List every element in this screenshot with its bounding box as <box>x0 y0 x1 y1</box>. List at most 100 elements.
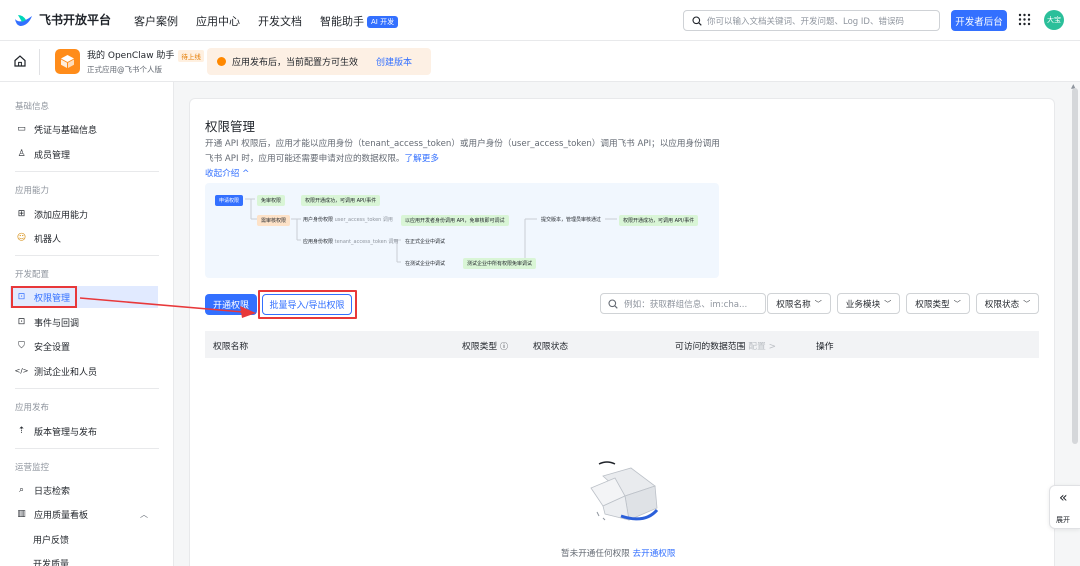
sidebar-item-add-capability[interactable]: ⊞ 添加应用能力 <box>10 203 158 225</box>
create-version-link[interactable]: 创建版本 <box>376 55 412 68</box>
sidebar-item-logs[interactable]: ⌕ 日志检索 <box>10 479 158 501</box>
sidebar-item-quality-board[interactable]: ▥ 应用质量看板 <box>10 503 158 525</box>
go-open-permission-link[interactable]: 去开通权限 <box>633 549 676 559</box>
logo[interactable]: 飞书开放平台 <box>14 11 111 28</box>
nav-customer-cases[interactable]: 客户案例 <box>134 13 178 29</box>
help-icon[interactable]: ⓘ <box>500 342 508 351</box>
app-subtitle: 正式应用@飞书个人版 <box>87 65 162 74</box>
filter-permission-name[interactable]: 权限名称 ﹀ <box>767 293 831 314</box>
avatar[interactable]: 大宝 <box>1044 10 1064 30</box>
sidebar-item-members[interactable]: ♙ 成员管理 <box>10 143 158 165</box>
nav-dev-docs[interactable]: 开发文档 <box>258 13 302 29</box>
expand-panel-button[interactable]: « 展开 <box>1049 485 1080 529</box>
filter-label: 权限类型 <box>915 299 950 310</box>
configure-link[interactable]: 配置 > <box>748 342 776 352</box>
flow-user-token: user_access_token 调用 <box>334 217 393 223</box>
search-input[interactable]: 你可以输入文档关键词、开发问题、Log ID、错误码 <box>683 10 940 31</box>
collapse-intro-link[interactable]: 收起介绍 ^ <box>205 167 249 179</box>
table-header: 权限名称 权限类型 ⓘ 权限状态 可访问的数据范围 配置 > 操作 <box>205 331 1039 358</box>
column-label: 可访问的数据范围 <box>675 342 746 352</box>
chevron-down-icon: ﹀ <box>814 299 822 308</box>
sidebar-item-events[interactable]: ⊡ 事件与回调 <box>10 311 158 333</box>
filter-label: 权限状态 <box>984 299 1020 310</box>
column-permission-type: 权限类型 ⓘ <box>462 339 508 352</box>
flow-tenant-token: tenant_access_token 调用 <box>334 239 399 245</box>
log-search-icon: ⌕ <box>18 485 25 495</box>
empty-text: 暂未开通任何权限 <box>561 549 630 559</box>
sidebar-item-bot[interactable]: ☺ 机器人 <box>10 227 158 249</box>
learn-more-link[interactable]: 了解更多 <box>405 154 439 164</box>
app-name-text: 我的 OpenClaw 助手 <box>87 51 175 61</box>
open-permission-button[interactable]: 开通权限 <box>205 294 257 315</box>
scrollbar-thumb[interactable] <box>1072 88 1078 444</box>
sidebar-item-credentials[interactable]: ▭ 凭证与基础信息 <box>10 118 158 140</box>
sidebar-item-versions[interactable]: ⇡ 版本管理与发布 <box>10 420 158 442</box>
sidebar-subitem-dev-quality[interactable]: 开发质量 <box>33 557 69 566</box>
notice-text: 应用发布后，当前配置方可生效 <box>232 58 359 68</box>
batch-import-export-button[interactable]: 批量导入/导出权限 <box>262 294 352 315</box>
card-icon: ▭ <box>17 124 26 134</box>
permission-flow-diagram: 申请权限 免审权限 权限开通成功，可调用 API/事件 需审核权限 用户身份权限… <box>205 183 719 278</box>
nav-ai-assistant[interactable]: 智能助手 AI 开发 <box>320 13 399 29</box>
page-title: 权限管理 <box>205 119 256 134</box>
page-description: 开通 API 权限后，应用才能以应用身份（tenant_access_token… <box>205 137 720 166</box>
sidebar-item-label: 添加应用能力 <box>34 210 89 221</box>
dev-console-button[interactable]: 开发者后台 <box>951 10 1007 31</box>
divider <box>15 388 159 389</box>
search-placeholder: 你可以输入文档关键词、开发问题、Log ID、错误码 <box>707 16 904 27</box>
home-icon[interactable] <box>13 54 27 68</box>
nav-app-center[interactable]: 应用中心 <box>196 13 240 29</box>
description-text: 开通 API 权限后，应用才能以应用身份（tenant_access_token… <box>205 139 720 164</box>
section-title-dev-config: 开发配置 <box>15 270 50 280</box>
upload-icon: ⇡ <box>17 426 26 436</box>
app-name[interactable]: 我的 OpenClaw 助手 待上线 <box>87 48 204 62</box>
filter-permission-type[interactable]: 权限类型 ﹀ <box>906 293 970 314</box>
flow-app-perm-label: 应用身份权限 <box>303 239 334 245</box>
app-icon <box>55 49 80 74</box>
flow-test-ok: 测试企业中所有权限免审调试 <box>463 258 537 269</box>
chevron-up-icon[interactable]: ︿ <box>140 509 148 520</box>
flow-review-chip: 需审核权限 <box>257 215 291 226</box>
flow-test-debug: 在测试企业中调试 <box>405 261 446 267</box>
sidebar-item-label: 凭证与基础信息 <box>34 125 98 136</box>
robot-icon: ☺ <box>16 233 27 243</box>
divider <box>39 49 40 75</box>
filter-permission-status[interactable]: 权限状态 ﹀ <box>976 293 1039 314</box>
ai-badge: AI 开发 <box>367 16 399 28</box>
filter-search-input[interactable]: 例如：获取群组信息、im:cha... <box>600 293 766 314</box>
shield-icon: ⛉ <box>18 341 25 351</box>
sidebar-item-label: 安全设置 <box>34 342 71 353</box>
chevron-up-icon: ^ <box>242 169 250 179</box>
flow-free-chip: 免审权限 <box>257 195 286 206</box>
sidebar-item-label: 成员管理 <box>34 150 71 161</box>
sidebar-item-label: 日志检索 <box>34 486 71 497</box>
section-title-release: 应用发布 <box>15 403 50 413</box>
sidebar-item-label: 机器人 <box>34 234 62 245</box>
divider <box>15 448 159 449</box>
search-icon <box>608 298 618 309</box>
expand-label: 展开 <box>1056 516 1070 524</box>
collapse-label: 收起介绍 <box>205 169 240 179</box>
user-icon: ♙ <box>17 149 26 159</box>
bar-chart-icon: ▥ <box>17 509 26 519</box>
apps-grid-icon[interactable] <box>1018 13 1031 26</box>
sidebar-item-test-enterprise[interactable]: </> 测试企业和人员 <box>10 360 158 382</box>
flow-final-ok: 权限开通成功，可调用 API/事件 <box>619 215 699 226</box>
configure-label: 配置 <box>748 342 766 352</box>
sidebar-item-security[interactable]: ⛉ 安全设置 <box>10 335 158 357</box>
sidebar-subitem-feedback[interactable]: 用户反馈 <box>33 533 69 546</box>
logo-text: 飞书开放平台 <box>39 13 112 27</box>
sidebar-item-label: 测试企业和人员 <box>34 367 98 378</box>
sidebar-item-label: 版本管理与发布 <box>34 427 98 438</box>
filter-business-module[interactable]: 业务模块 ﹀ <box>837 293 900 314</box>
filter-label: 业务模块 <box>845 299 881 310</box>
section-title-capabilities: 应用能力 <box>15 186 50 196</box>
section-title-basic: 基础信息 <box>15 102 50 112</box>
flow-user-perm-label: 用户身份权限 <box>303 217 334 223</box>
column-actions: 操作 <box>816 342 834 352</box>
empty-box-illustration <box>590 461 659 521</box>
double-chevron-left-icon: « <box>1059 490 1068 506</box>
divider <box>15 171 159 172</box>
column-label: 权限类型 <box>462 342 498 352</box>
app-bar: 我的 OpenClaw 助手 待上线 正式应用@飞书个人版 <box>0 41 1080 82</box>
